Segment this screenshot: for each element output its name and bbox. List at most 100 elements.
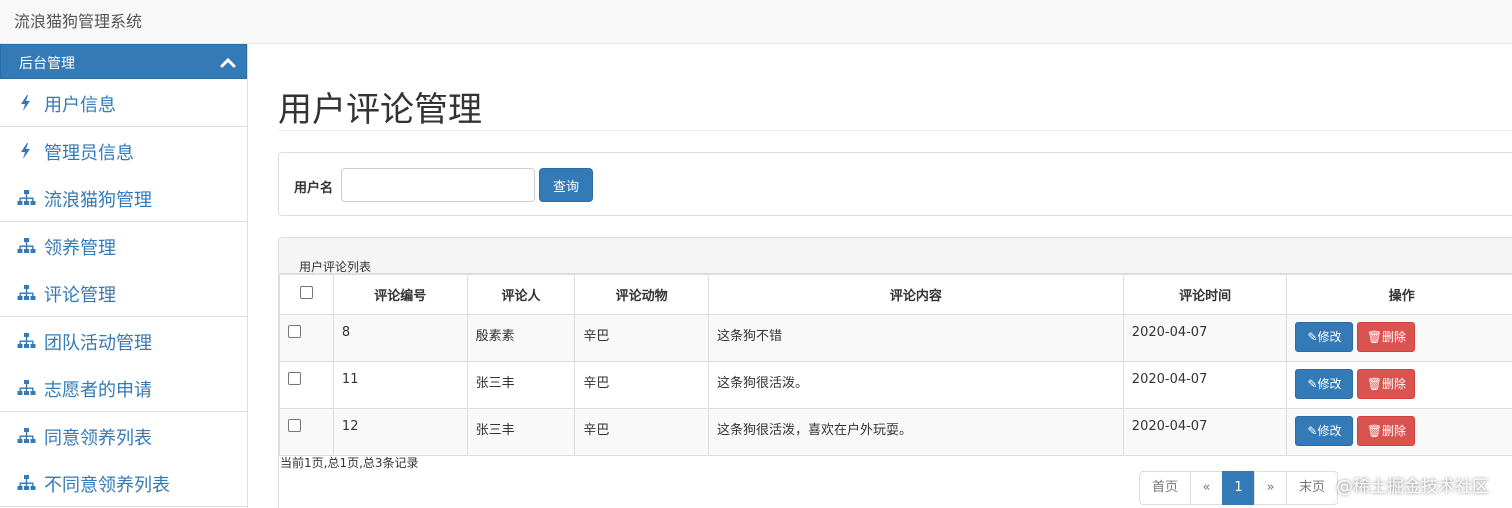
sidebar-item-label: 评论管理 xyxy=(44,285,116,306)
delete-button[interactable]: 🗑删除 xyxy=(1357,322,1416,352)
comment-list-panel: 用户评论列表 评论编号 评论人 评论动物 评论内容 评论时间 操作 8 殷素素 辛巴… xyxy=(278,237,1512,508)
sidebar-item-label: 管理员信息 xyxy=(44,142,134,164)
sidebar-item-label: 志愿者的申请 xyxy=(44,380,152,401)
sidebar-item[interactable]: 同意领养列表 xyxy=(0,411,247,460)
list-title: 用户评论列表 xyxy=(299,260,372,274)
table-row: 12 张三丰 辛巴 这条狗很活泼，喜欢在户外玩耍。 2020-04-07 ✎修改 🗑删除 xyxy=(279,408,1512,456)
username-search-input[interactable] xyxy=(341,168,535,202)
edit-button[interactable]: ✎修改 xyxy=(1295,322,1354,352)
delete-button-label: 删除 xyxy=(1382,424,1407,438)
delete-button-label: 删除 xyxy=(1382,330,1407,344)
row-select-cell xyxy=(279,361,334,409)
row-checkbox[interactable] xyxy=(288,372,301,385)
table-row: 11 张三丰 辛巴 这条狗很活泼。 2020-04-07 ✎修改 🗑删除 xyxy=(279,361,1512,409)
row-select-cell xyxy=(279,408,334,456)
select-all-checkbox[interactable] xyxy=(299,286,313,299)
sidebar-item-label: 团队活动管理 xyxy=(44,332,152,354)
bolt-icon xyxy=(16,142,36,160)
sidebar-item-label: 同意领养列表 xyxy=(44,427,152,449)
cell-actions: ✎修改 🗑删除 xyxy=(1286,408,1512,456)
cell-time: 2020-04-07 xyxy=(1122,361,1288,409)
cell-content: 这条狗很活泼，喜欢在户外玩耍。 xyxy=(708,408,1124,456)
app-title[interactable]: 流浪猫狗管理系统 xyxy=(14,8,142,32)
first-page-button[interactable]: 首页 xyxy=(1139,471,1191,505)
sidebar-item[interactable]: 管理员信息 xyxy=(0,126,247,175)
sidebar-header-label: 后台管理 xyxy=(19,56,75,72)
page-title: 用户评论管理 xyxy=(278,90,482,130)
comment-table: 评论编号 评论人 评论动物 评论内容 评论时间 操作 8 殷素素 辛巴 这条狗不错 20… xyxy=(279,274,1512,456)
edit-button-label: 修改 xyxy=(1317,377,1342,391)
sidebar-item-label: 流浪猫狗管理 xyxy=(44,190,152,211)
cell-animal: 辛巴 xyxy=(574,408,709,456)
cell-animal: 辛巴 xyxy=(574,314,709,362)
sidebar-panel-header[interactable]: 后台管理 xyxy=(0,44,247,79)
pagination: 首页 « 1 » 末页 xyxy=(1139,471,1338,505)
sidebar-item-label: 用户信息 xyxy=(44,95,116,116)
sidebar-item[interactable]: 流浪猫狗管理 xyxy=(0,174,247,222)
column-header-actions: 操作 xyxy=(1286,274,1512,315)
sitemap-icon xyxy=(16,474,36,492)
delete-button[interactable]: 🗑删除 xyxy=(1357,369,1416,399)
row-select-cell xyxy=(279,314,334,362)
sitemap-icon xyxy=(16,332,36,350)
sitemap-icon xyxy=(16,189,36,207)
column-header-animal[interactable]: 评论动物 xyxy=(574,274,709,315)
cell-animal: 辛巴 xyxy=(574,361,709,409)
row-checkbox[interactable] xyxy=(288,325,301,338)
sidebar-item[interactable]: 领养管理 xyxy=(0,221,247,270)
delete-button[interactable]: 🗑删除 xyxy=(1357,416,1416,446)
cell-time: 2020-04-07 xyxy=(1122,408,1288,456)
cell-content: 这条狗不错 xyxy=(708,314,1124,362)
sidebar-item[interactable]: 用户信息 xyxy=(0,79,247,127)
prev-page-button[interactable]: « xyxy=(1190,471,1223,505)
sidebar-item-label: 不同意领养列表 xyxy=(44,475,170,496)
cell-user: 张三丰 xyxy=(466,361,576,409)
chevron-up-icon[interactable] xyxy=(218,53,238,73)
delete-button-label: 删除 xyxy=(1382,377,1407,391)
search-button[interactable]: 查询 xyxy=(539,168,593,202)
cell-id: 8 xyxy=(332,314,468,362)
list-panel-header: 用户评论列表 xyxy=(279,238,1512,274)
sidebar-item[interactable]: 团队活动管理 xyxy=(0,316,247,365)
sidebar-item[interactable]: 评论管理 xyxy=(0,269,247,317)
edit-button-label: 修改 xyxy=(1317,330,1342,344)
edit-button[interactable]: ✎修改 xyxy=(1295,416,1354,446)
sidebar: 后台管理 用户信息管理员信息流浪猫狗管理 领养管理评论管理团队活动管理 志愿者的申请… xyxy=(0,44,248,508)
title-divider xyxy=(278,130,1512,131)
column-header-id[interactable]: 评论编号 xyxy=(332,274,468,315)
watermark: @稀土掘金技术社区 xyxy=(1336,477,1489,497)
sitemap-icon xyxy=(16,284,36,302)
column-header-time[interactable]: 评论时间 xyxy=(1122,274,1288,315)
cell-user: 张三丰 xyxy=(466,408,576,456)
edit-button-label: 修改 xyxy=(1317,424,1342,438)
sidebar-item-label: 领养管理 xyxy=(44,237,116,259)
row-checkbox[interactable] xyxy=(288,419,301,432)
table-body: 8 殷素素 辛巴 这条狗不错 2020-04-07 ✎修改 🗑删除 11 张三丰 辛巴 这条狗很活泼… xyxy=(279,314,1512,456)
bolt-icon xyxy=(16,94,36,112)
sidebar-item[interactable]: 志愿者的申请 xyxy=(0,364,247,412)
pagination-info: 当前1页,总1页,总3条记录 xyxy=(280,456,419,470)
sitemap-icon xyxy=(16,427,36,445)
cell-user: 殷素素 xyxy=(466,314,576,362)
last-page-button[interactable]: 末页 xyxy=(1286,471,1338,505)
select-all-cell xyxy=(279,274,334,315)
column-header-content[interactable]: 评论内容 xyxy=(708,274,1124,315)
table-row: 8 殷素素 辛巴 这条狗不错 2020-04-07 ✎修改 🗑删除 xyxy=(279,314,1512,362)
cell-actions: ✎修改 🗑删除 xyxy=(1286,361,1512,409)
cell-actions: ✎修改 🗑删除 xyxy=(1286,314,1512,362)
sitemap-icon xyxy=(16,237,36,255)
edit-button[interactable]: ✎修改 xyxy=(1295,369,1354,399)
username-label: 用户名 xyxy=(294,181,334,196)
current-page-button[interactable]: 1 xyxy=(1222,471,1255,505)
cell-id: 12 xyxy=(332,408,468,456)
cell-time: 2020-04-07 xyxy=(1122,314,1288,362)
search-panel: 用户名 查询 xyxy=(278,152,1512,216)
column-header-user[interactable]: 评论人 xyxy=(466,274,576,315)
cell-content: 这条狗很活泼。 xyxy=(708,361,1124,409)
top-navbar: 流浪猫狗管理系统 xyxy=(0,0,1512,44)
sidebar-item[interactable]: 不同意领养列表 xyxy=(0,459,247,507)
next-page-button[interactable]: » xyxy=(1254,471,1287,505)
sitemap-icon xyxy=(16,379,36,397)
table-header-row: 评论编号 评论人 评论动物 评论内容 评论时间 操作 xyxy=(279,274,1512,315)
cell-id: 11 xyxy=(332,361,468,409)
